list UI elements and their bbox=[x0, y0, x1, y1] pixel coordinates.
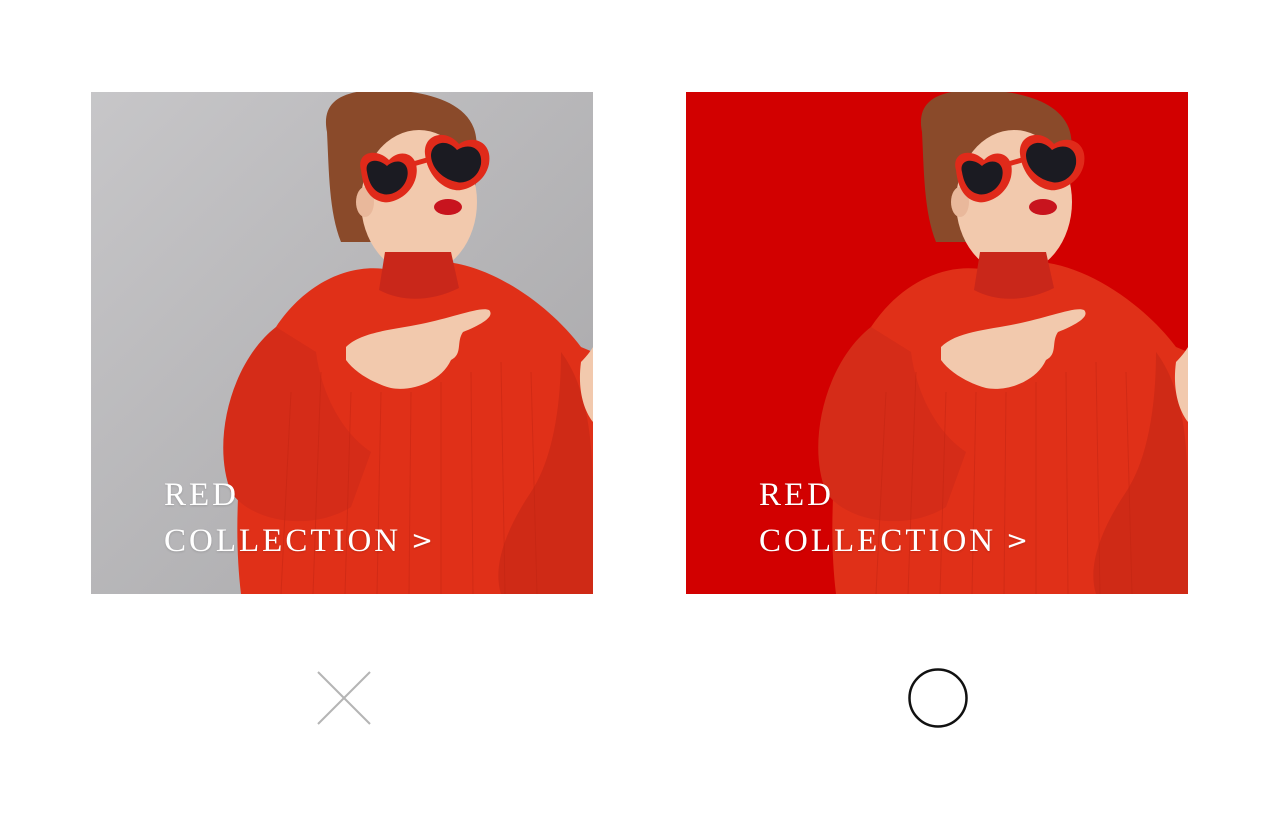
caption-collection-text: COLLECTION bbox=[164, 523, 402, 559]
caption-line-1: RED bbox=[759, 477, 834, 513]
caption-line-2: COLLECTION > bbox=[164, 518, 433, 566]
collection-banner-red[interactable]: RED COLLECTION > bbox=[686, 92, 1188, 594]
caption-collection-text: COLLECTION bbox=[759, 523, 997, 559]
chevron-right-icon: > bbox=[1006, 526, 1028, 556]
circle-icon bbox=[908, 668, 968, 728]
chevron-right-icon: > bbox=[411, 526, 433, 556]
collection-caption: RED COLLECTION > bbox=[164, 472, 433, 566]
collection-banner-gray[interactable]: RED COLLECTION > bbox=[91, 92, 593, 594]
collection-caption: RED COLLECTION > bbox=[759, 472, 1028, 566]
caption-line-2: COLLECTION > bbox=[759, 518, 1028, 566]
cross-icon bbox=[317, 671, 371, 725]
caption-line-1: RED bbox=[164, 477, 239, 513]
